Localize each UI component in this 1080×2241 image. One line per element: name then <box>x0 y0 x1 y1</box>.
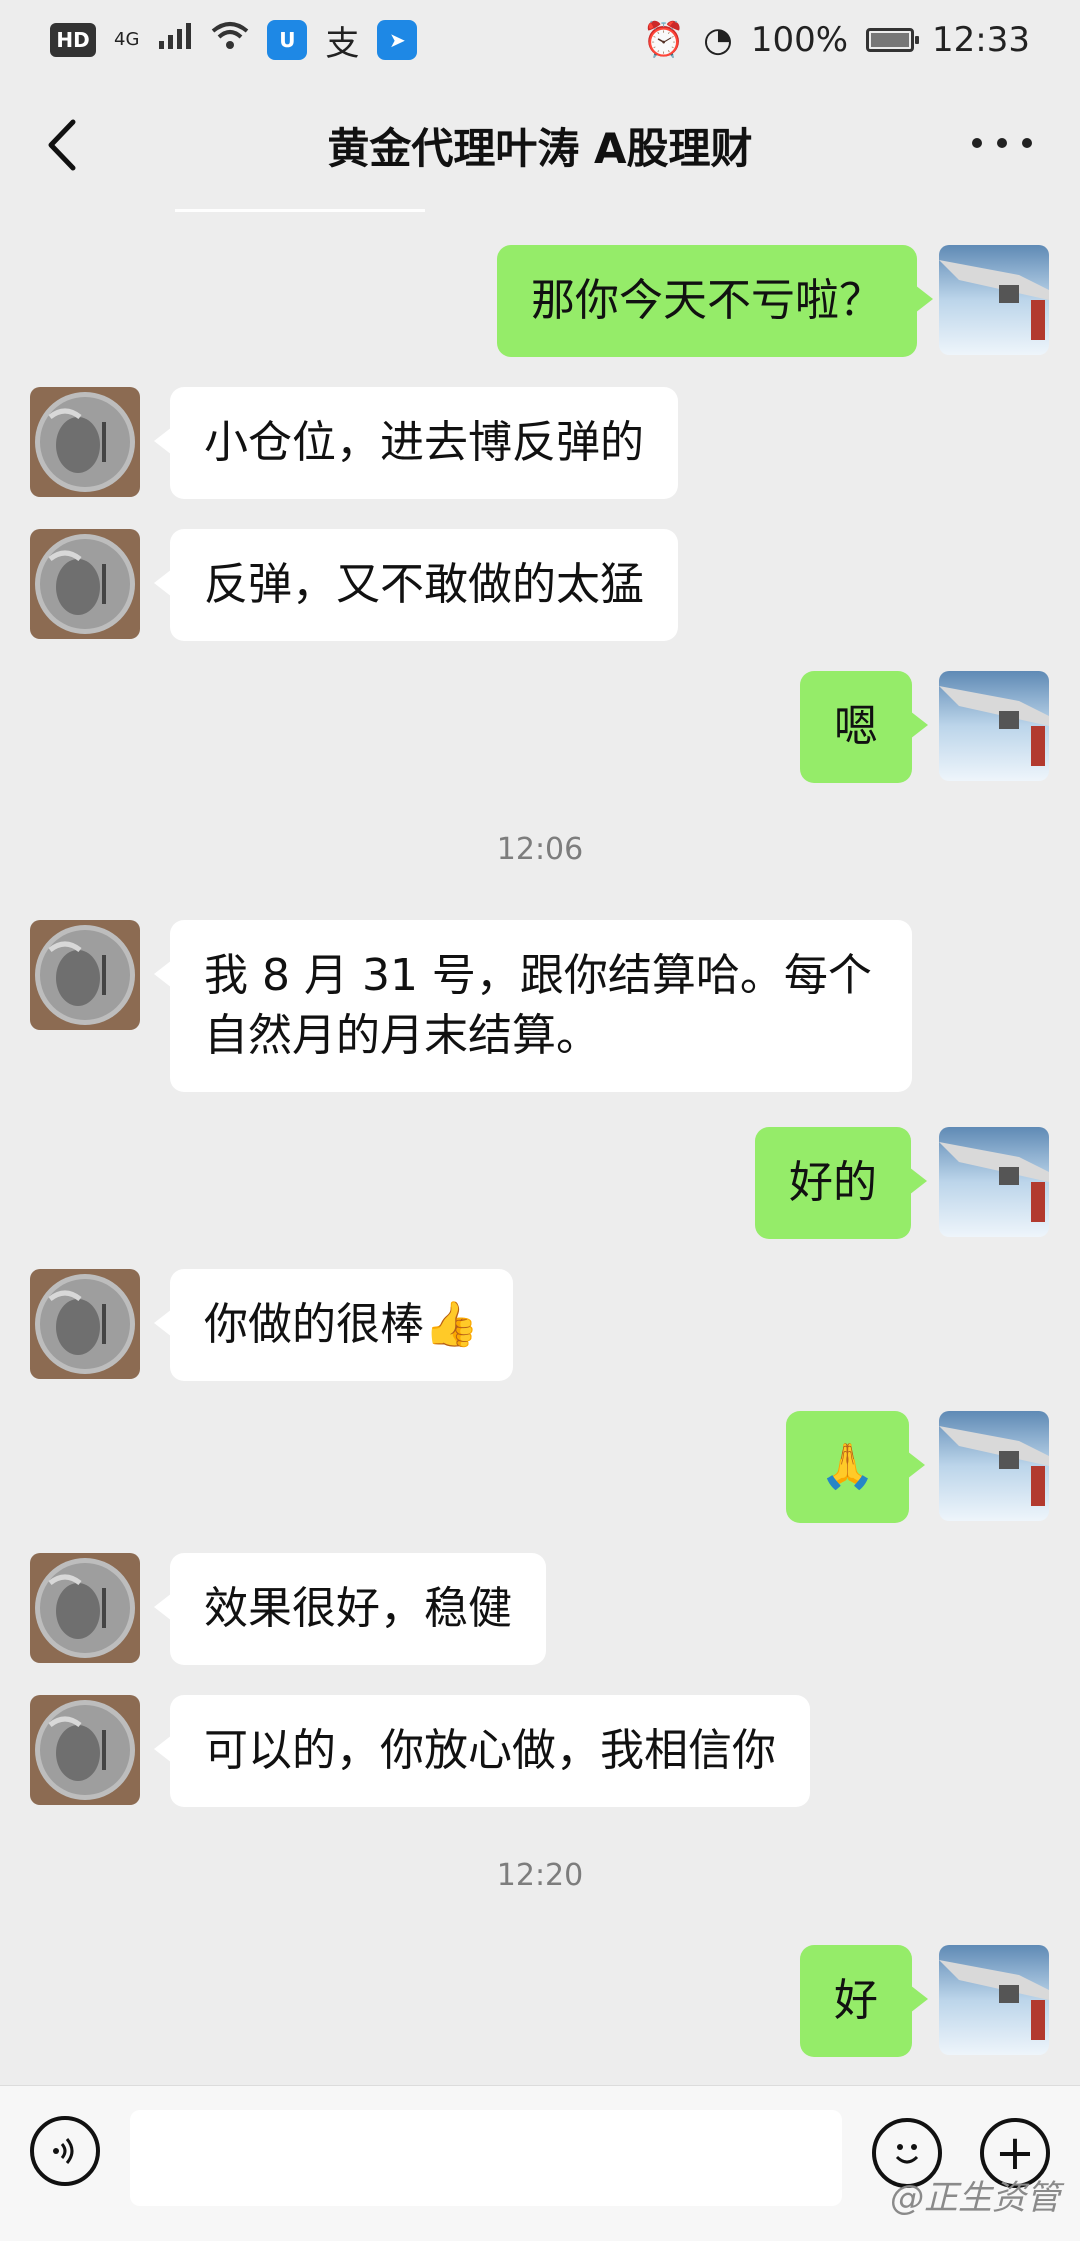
message-bubble-received[interactable]: 效果很好，稳健 <box>154 1553 546 1665</box>
chat-title: 黄金代理叶涛 A股理财 <box>327 123 753 173</box>
alarm-icon: ⏰ <box>642 20 686 60</box>
skydiver-avatar-icon <box>939 245 1049 355</box>
voice-icon <box>53 2138 74 2164</box>
battery-icon <box>866 28 920 52</box>
message-text: 你做的很棒👍 <box>204 1299 479 1350</box>
ox-coin-avatar-icon <box>30 1695 140 1805</box>
my-avatar[interactable] <box>939 245 1049 355</box>
back-button[interactable] <box>38 119 88 171</box>
message-list[interactable]: 那你今天不亏啦？ 小仓位，进去博反弹的 反弹，又不敢做的太猛 嗯 12:06 我… <box>0 210 1080 2080</box>
message-text: 反弹，又不敢做的太猛 <box>204 559 644 610</box>
my-avatar[interactable] <box>939 1411 1049 1521</box>
skydiver-avatar-icon <box>939 671 1049 781</box>
timestamp: 12:06 <box>496 832 584 867</box>
message-text: 小仓位，进去博反弹的 <box>204 417 644 468</box>
ox-coin-avatar-icon <box>30 529 140 639</box>
chevron-left-icon <box>48 119 76 171</box>
message-text: 好的 <box>789 1157 877 1208</box>
my-avatar[interactable] <box>939 1127 1049 1237</box>
clock: 12:33 <box>932 20 1030 60</box>
watermark: @正生资管 <box>890 2178 1060 2218</box>
message-bubble-sent[interactable]: 好 <box>800 1945 928 2057</box>
message-bubble-sent[interactable]: 🙏 <box>786 1411 925 1523</box>
message-bubble-received[interactable]: 小仓位，进去博反弹的 <box>154 387 678 499</box>
wifi-icon <box>211 20 249 60</box>
more-options-button[interactable] <box>972 128 1032 158</box>
dot-icon <box>972 138 982 148</box>
dot-icon <box>997 138 1007 148</box>
hd-icon: HD <box>50 23 96 57</box>
ox-coin-avatar-icon <box>30 1553 140 1663</box>
signal-icon <box>157 20 193 60</box>
timestamp: 12:20 <box>496 1858 584 1893</box>
message-text: 可以的，你放心做，我相信你 <box>204 1725 776 1776</box>
message-bubble-received[interactable]: 可以的，你放心做，我相信你 <box>154 1695 810 1807</box>
message-text: 那你今天不亏啦？ <box>531 275 883 326</box>
speed-icon: ◔ <box>703 20 733 60</box>
message-bubble-received[interactable]: 反弹，又不敢做的太猛 <box>154 529 678 641</box>
contact-avatar[interactable] <box>30 920 140 1030</box>
message-bubble-sent[interactable]: 好的 <box>755 1127 927 1239</box>
contact-avatar[interactable] <box>30 1269 140 1379</box>
contact-avatar[interactable] <box>30 387 140 497</box>
network-type-indicator: 4G <box>114 29 140 50</box>
message-text: 🙏 <box>820 1441 875 1492</box>
message-text: 好 <box>834 1975 878 2026</box>
ox-coin-avatar-icon <box>30 920 140 1030</box>
app-notification-icon: U <box>267 20 308 60</box>
skydiver-avatar-icon <box>939 1127 1049 1237</box>
status-bar: HD 4G U 支 ➤ ⏰ ◔ 100% 12:33 <box>0 0 1080 80</box>
message-bubble-received[interactable]: 你做的很棒👍 <box>154 1269 513 1381</box>
chat-input-bar: + @正生资管 <box>0 2085 1080 2241</box>
message-input[interactable] <box>130 2110 842 2206</box>
skydiver-avatar-icon <box>939 1411 1049 1521</box>
ox-coin-avatar-icon <box>30 387 140 497</box>
alipay-icon: 支 <box>325 23 360 64</box>
smiley-icon <box>895 2144 919 2164</box>
battery-percent: 100% <box>750 20 849 60</box>
message-text: 嗯 <box>834 701 878 752</box>
message-text: 我 8 月 31 号，跟你结算哈。每个自然月的月末结算。 <box>204 950 872 1061</box>
message-text: 效果很好，稳健 <box>204 1583 512 1634</box>
ox-coin-avatar-icon <box>30 1269 140 1379</box>
my-avatar[interactable] <box>939 1945 1049 2055</box>
message-bubble-received[interactable]: 我 8 月 31 号，跟你结算哈。每个自然月的月末结算。 <box>154 920 912 1092</box>
message-bubble-sent[interactable]: 那你今天不亏啦？ <box>497 245 933 357</box>
my-avatar[interactable] <box>939 671 1049 781</box>
chat-header: 黄金代理叶涛 A股理财 <box>0 80 1080 210</box>
contact-avatar[interactable] <box>30 529 140 639</box>
dot-icon <box>1022 138 1032 148</box>
message-bubble-sent[interactable]: 嗯 <box>800 671 928 783</box>
contact-avatar[interactable] <box>30 1695 140 1805</box>
status-right-icons: ⏰ ◔ 100% 12:33 <box>643 20 1030 60</box>
voice-input-button[interactable] <box>30 2116 100 2186</box>
skydiver-avatar-icon <box>939 1945 1049 2055</box>
status-left-icons: HD 4G U 支 ➤ <box>50 16 418 65</box>
contact-avatar[interactable] <box>30 1553 140 1663</box>
paper-plane-icon: ➤ <box>377 20 418 60</box>
